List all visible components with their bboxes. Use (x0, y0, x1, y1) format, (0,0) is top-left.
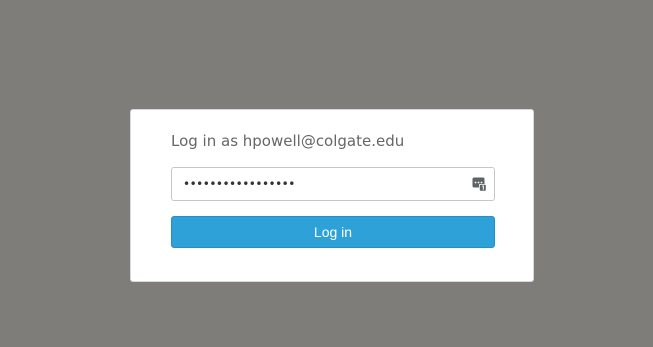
login-title: Log in as hpowell@colgate.edu (171, 132, 405, 150)
login-card: Log in as hpowell@colgate.edu Log in (130, 109, 534, 282)
login-button[interactable]: Log in (171, 216, 495, 248)
password-input[interactable] (172, 168, 494, 200)
password-field[interactable] (171, 167, 495, 201)
password-manager-icon[interactable] (472, 177, 487, 192)
